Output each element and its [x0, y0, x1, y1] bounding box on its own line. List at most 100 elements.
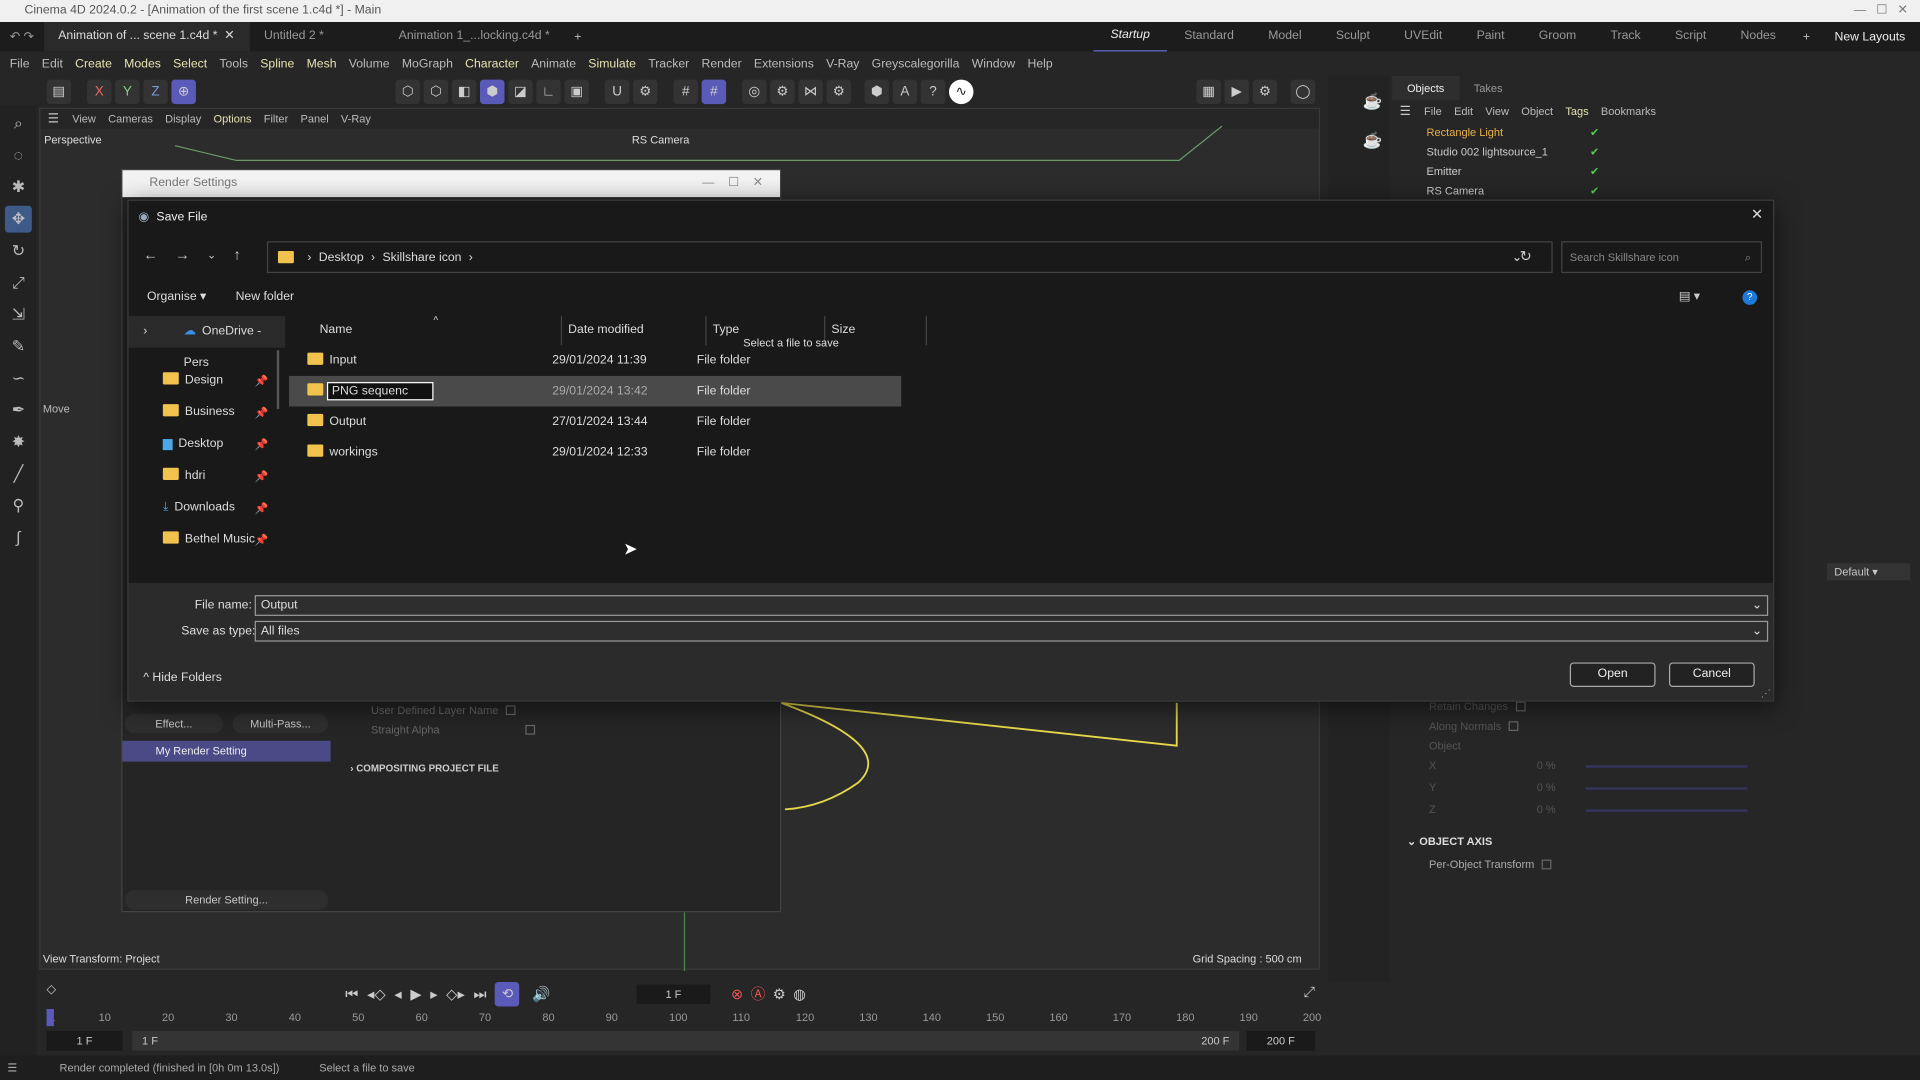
next-key-icon[interactable]: ◇▸	[446, 986, 465, 1003]
speaker-icon[interactable]: 🔊	[532, 986, 550, 1003]
axis-slider[interactable]	[1585, 765, 1748, 768]
cancel-button[interactable]: Cancel	[1668, 662, 1755, 687]
chevron-down-icon[interactable]: ⌄	[1752, 622, 1762, 640]
settings-icon[interactable]: ⚙	[826, 79, 852, 105]
preset-dropdown[interactable]: Default ▾	[1826, 563, 1911, 581]
menu-select[interactable]: Select	[167, 57, 213, 70]
wave-icon[interactable]: ∿	[948, 79, 974, 105]
teapot-icon[interactable]: ☕	[1359, 88, 1386, 115]
paint-icon[interactable]: ✸	[5, 429, 32, 456]
timeline-ruler[interactable]: 1102030405060708090100110120130140150160…	[39, 1008, 1321, 1027]
doc-tab[interactable]: Animation of ... scene 1.c4d * ✕	[43, 22, 250, 52]
edges-mode-icon[interactable]: ⬡	[423, 79, 449, 105]
breadcrumb-skillshare-icon[interactable]: Skillshare icon	[383, 250, 462, 263]
tab-objects[interactable]: Objects	[1392, 75, 1459, 101]
hide-folders-button[interactable]: ^ Hide Folders	[143, 671, 222, 684]
symmetry-settings-icon[interactable]: ⚙	[770, 79, 795, 105]
visibility-check-icon[interactable]: ✔	[1590, 181, 1599, 201]
prev-key-icon[interactable]: ◂◇	[367, 986, 386, 1003]
snap-settings-icon[interactable]: ⚙	[633, 79, 658, 105]
fcurve-icon[interactable]: ⤢	[1303, 983, 1315, 1001]
live-select-icon[interactable]: ✱	[5, 174, 32, 201]
pin-icon[interactable]: 📌	[255, 397, 269, 429]
nav-scrollbar[interactable]	[276, 350, 280, 409]
pin-icon[interactable]: 📌	[255, 524, 269, 556]
doc-tab[interactable]: Untitled 2 *	[249, 22, 384, 51]
menu-modes[interactable]: Modes	[118, 57, 167, 70]
question-icon[interactable]: ?	[920, 79, 946, 105]
render-picture-viewer-icon[interactable]: ▶	[1224, 79, 1249, 105]
menu-file[interactable]: File	[4, 57, 36, 70]
polygons-mode-icon[interactable]: ◧	[451, 79, 477, 105]
menu-help[interactable]: Help	[1021, 57, 1058, 70]
layout-tab-nodes[interactable]: Nodes	[1723, 22, 1793, 51]
objects-menu-view[interactable]: View	[1479, 105, 1515, 117]
menu-tracker[interactable]: Tracker	[642, 57, 695, 70]
recent-dropdown-icon[interactable]: ⌄	[207, 248, 216, 261]
nav-item-downloads[interactable]: ⤓ Downloads 📌	[129, 492, 286, 524]
texture-mode-icon[interactable]: ◪	[508, 79, 533, 105]
objects-menu-file[interactable]: File	[1418, 105, 1448, 117]
file-row[interactable]: workings 29/01/2024 12:33 File folder	[289, 437, 901, 468]
compositing-header[interactable]: COMPOSITING PROJECT FILE	[356, 763, 499, 774]
up-icon[interactable]: ↑	[233, 246, 240, 263]
object-axis-header[interactable]: OBJECT AXIS	[1419, 835, 1492, 847]
render-view-icon[interactable]: ▦	[1196, 79, 1221, 105]
undo-redo-icons[interactable]: ↶ ↷	[0, 30, 44, 43]
loop-icon[interactable]: ⟲	[495, 982, 520, 1007]
grid-icon[interactable]: #	[673, 79, 698, 105]
hamburger-icon[interactable]: ☰	[0, 1062, 32, 1074]
teapot-render-icon[interactable]: ☕	[1359, 127, 1386, 154]
visibility-check-icon[interactable]: ✔	[1590, 142, 1599, 162]
menu-window[interactable]: Window	[966, 57, 1022, 70]
objects-menu-tags[interactable]: Tags	[1559, 105, 1595, 117]
rename-input[interactable]: PNG sequenc	[326, 382, 434, 401]
nav-item-design[interactable]: Design 📌	[129, 365, 286, 397]
end-frame-field[interactable]: 200 F	[1246, 1031, 1316, 1051]
layout-tab-track[interactable]: Track	[1593, 22, 1657, 51]
go-to-end-icon[interactable]: ⏭	[473, 985, 486, 1003]
add-tab-icon[interactable]: +	[564, 30, 591, 43]
close-icon[interactable]: ✕	[1751, 206, 1763, 223]
organise-button[interactable]: Organise ▾	[147, 290, 206, 303]
prev-frame-icon[interactable]: ◂	[394, 986, 401, 1003]
close-icon[interactable]: ✕	[221, 29, 234, 42]
column-type[interactable]: Type	[705, 315, 739, 346]
knife-icon[interactable]: ⚲	[5, 492, 32, 519]
retain-changes-checkbox[interactable]	[1515, 701, 1526, 712]
chevron-down-icon[interactable]: ⌄	[1407, 835, 1419, 847]
hexagon-icon[interactable]: ⬢	[864, 79, 889, 105]
menu-tools[interactable]: Tools	[213, 57, 254, 70]
lock-icon[interactable]: ◎	[742, 79, 767, 105]
object-item[interactable]: RS Camera ✔	[1392, 181, 1920, 201]
mouse-icon[interactable]: ◍	[793, 985, 806, 1002]
pen-icon[interactable]: ✒	[5, 397, 32, 424]
menu-animate[interactable]: Animate	[525, 57, 582, 70]
transform-icon[interactable]: ⇲	[5, 301, 32, 328]
redshift-ipr-icon[interactable]: ◯	[1290, 79, 1316, 105]
archive-icon[interactable]: ▤	[46, 79, 72, 105]
axis-x-button[interactable]: X	[86, 79, 112, 105]
start-frame-field[interactable]: 1 F	[46, 1031, 123, 1051]
chevron-down-icon[interactable]: ⌄	[1752, 596, 1762, 614]
doc-tab[interactable]: Animation 1_...locking.c4d *	[384, 22, 564, 51]
menu-simulate[interactable]: Simulate	[582, 57, 642, 70]
layout-tab-groom[interactable]: Groom	[1522, 22, 1594, 51]
rotate-icon[interactable]: ↻	[5, 238, 32, 265]
file-row[interactable]: Output 27/01/2024 13:44 File folder	[289, 407, 901, 438]
help-icon[interactable]: ?	[1742, 290, 1758, 305]
next-frame-icon[interactable]: ▸	[430, 986, 437, 1003]
spline-icon[interactable]: ✎	[5, 333, 32, 360]
hamburger-icon[interactable]: ☰	[1392, 105, 1418, 118]
object-item[interactable]: Emitter ✔	[1392, 162, 1920, 182]
go-to-start-icon[interactable]: ⏮	[345, 985, 358, 1003]
sculpt-icon[interactable]: ∽	[5, 365, 32, 392]
menu-mograph[interactable]: MoGraph	[396, 57, 459, 70]
layout-tab-paint[interactable]: Paint	[1459, 22, 1521, 51]
pin-icon[interactable]: 📌	[255, 365, 269, 397]
scale-icon[interactable]: ⤢	[5, 269, 32, 296]
open-button[interactable]: Open	[1569, 662, 1656, 687]
save-type-select[interactable]: All files ⌄	[254, 620, 1769, 642]
object-item[interactable]: Studio 002 lightsource_1 ✔	[1392, 142, 1920, 162]
axis-z-button[interactable]: Z	[143, 79, 168, 105]
